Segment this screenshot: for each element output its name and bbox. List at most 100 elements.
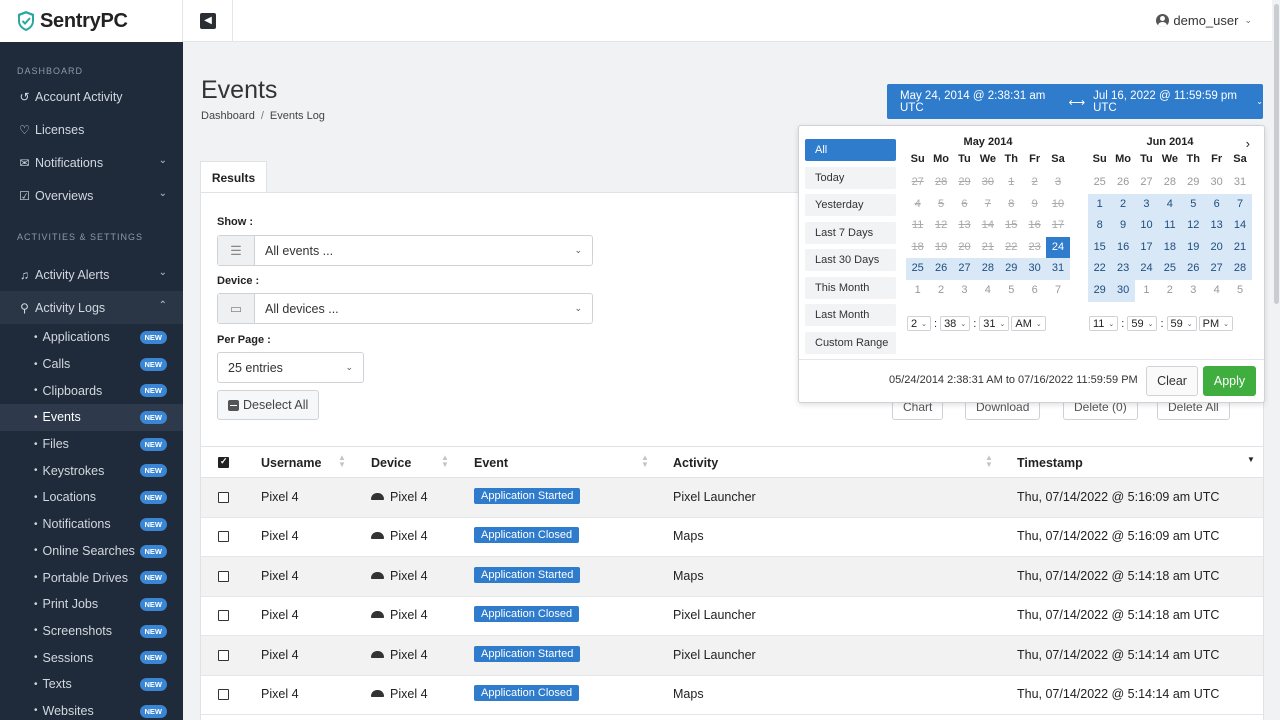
row-checkbox[interactable] [218,531,229,542]
calendar-day[interactable]: 30 [1022,258,1047,280]
calendar-day[interactable]: 16 [1111,236,1135,259]
calendar-day[interactable]: 28 [1228,258,1252,280]
sidebar-subitem[interactable]: • Clipboards NEW [0,377,183,404]
sidebar-item-activity-alerts[interactable]: ♫ Activity Alerts ⌄ [0,258,183,291]
range-option[interactable]: Yesterday [805,194,896,216]
date-range-button[interactable]: May 24, 2014 @ 2:38:31 am UTC ⟷ Jul 16, … [887,84,1263,119]
calendar-day[interactable]: 7 [1046,280,1069,302]
deselect-all-button[interactable]: Deselect All [217,390,320,420]
calendar-day[interactable]: 15 [1088,236,1112,259]
calendar-day[interactable]: 9 [1023,194,1046,216]
time-select[interactable]: 59 ⌄ [1127,316,1158,331]
calendar-day[interactable]: 3 [1046,172,1069,194]
range-option[interactable]: Today [805,166,896,189]
calendar-day[interactable]: 27 [952,258,977,280]
sidebar-item-licenses[interactable]: ♡ Licenses [0,113,183,146]
calendar-day[interactable]: 25 [906,258,930,280]
calendar-day[interactable]: 12 [1181,215,1205,237]
sidebar-subitem[interactable]: • Texts NEW [0,671,183,698]
calendar-day[interactable]: 8 [1000,194,1023,216]
sidebar-subitem[interactable]: • Locations NEW [0,484,183,511]
calendar-day[interactable]: 19 [1181,236,1205,259]
sidebar-item-activity-logs[interactable]: ⚲ Activity Logs ⌃ [0,291,183,324]
calendar-day[interactable]: 18 [906,237,929,259]
calendar-day[interactable]: 16 [1023,215,1046,237]
calendar-day[interactable]: 30 [1205,172,1228,194]
calendar-day[interactable]: 24 [1046,236,1070,259]
row-checkbox[interactable] [218,492,229,503]
calendar-day[interactable]: 1 [1088,193,1112,216]
calendar-day[interactable]: 17 [1046,215,1069,237]
col-timestamp[interactable]: Timestamp [1017,456,1083,470]
calendar-day[interactable]: 2 [929,280,952,302]
calendar-day[interactable]: 21 [976,237,999,259]
calendar-day[interactable]: 8 [1088,215,1112,237]
row-checkbox[interactable] [218,650,229,661]
sidebar-subitem[interactable]: • Sessions NEW [0,644,183,671]
scrollbar-thumb[interactable] [1274,4,1279,304]
table-row[interactable]: Pixel 4 Pixel 4 Application Closed Maps Thu,… [201,517,1263,557]
calendar-day[interactable]: 4 [906,194,929,216]
calendar-day[interactable]: 19 [929,237,952,259]
apply-button[interactable]: Apply [1203,366,1256,396]
calendar-day[interactable]: 10 [1134,215,1159,237]
sidebar-subitem[interactable]: • Online Searches NEW [0,538,183,565]
sidebar-item-notifications[interactable]: ✉ Notifications ⌄ [0,146,183,179]
range-option[interactable]: Custom Range [805,331,896,354]
calendar-day[interactable]: 2 [1111,193,1135,216]
time-select[interactable]: AM ⌄ [1011,316,1046,331]
range-option[interactable]: Last 30 Days [805,249,896,271]
sidebar-subitem[interactable]: • Calls NEW [0,351,183,378]
next-month-icon[interactable]: › [1246,136,1250,151]
time-select[interactable]: 11 ⌄ [1089,316,1119,331]
calendar-day[interactable]: 3 [1134,193,1159,216]
time-select[interactable]: 38 ⌄ [940,316,971,331]
sidebar-subitem[interactable]: • Notifications NEW [0,511,183,538]
calendar-day[interactable]: 13 [1204,215,1229,237]
calendar-day[interactable]: 2 [1023,172,1046,194]
calendar-day[interactable]: 11 [906,215,929,237]
table-row[interactable]: Pixel 4 Pixel 4 Application Closed Pixel La… [201,596,1263,636]
calendar-day[interactable]: 27 [1204,258,1229,280]
sidebar-item-overviews[interactable]: ☑ Overviews ⌄ [0,179,183,212]
calendar-day[interactable]: 4 [976,280,999,302]
time-select[interactable]: 59 ⌄ [1166,316,1197,331]
row-checkbox[interactable] [218,689,229,700]
col-device[interactable]: Device [371,456,411,470]
calendar-day[interactable]: 24 [1134,258,1159,280]
sidebar-item-account-activity[interactable]: ↺ Account Activity [0,80,183,113]
calendar-day[interactable]: 1 [1000,172,1023,194]
calendar-day[interactable]: 30 [1111,279,1135,302]
calendar-day[interactable]: 13 [953,215,976,237]
show-select[interactable]: ☰ All events ... ⌄ [217,235,593,266]
calendar-day[interactable]: 12 [929,215,952,237]
col-username[interactable]: Username [261,456,321,470]
range-option[interactable]: All [805,139,896,161]
calendar-day[interactable]: 9 [1111,215,1135,237]
calendar-day[interactable]: 7 [976,194,999,216]
sidebar-subitem[interactable]: • Files NEW [0,431,183,458]
table-row[interactable]: Pixel 4 Pixel 4 Application Started Pixel L… [201,636,1263,676]
calendar-day[interactable]: 6 [1204,193,1229,216]
calendar-day[interactable]: 5 [1228,280,1251,302]
calendar-day[interactable]: 6 [953,194,976,216]
calendar-day[interactable]: 31 [1228,172,1251,194]
calendar-day[interactable]: 7 [1228,193,1252,216]
calendar-day[interactable]: 3 [1182,280,1205,302]
calendar-day[interactable]: 20 [1204,236,1229,259]
calendar-day[interactable]: 23 [1023,237,1046,259]
table-row[interactable]: Pixel 4 Pixel 4 Application Started Pixel L… [201,478,1263,518]
row-checkbox[interactable] [218,610,229,621]
collapse-sidebar-button[interactable]: ◀ [200,13,216,29]
calendar-day[interactable]: 20 [953,237,976,259]
calendar-day[interactable]: 2 [1158,280,1181,302]
calendar-day[interactable]: 6 [1023,280,1046,302]
calendar-day[interactable]: 18 [1158,236,1182,259]
calendar-day[interactable]: 22 [1088,258,1112,280]
range-option[interactable]: Last Month [805,304,896,326]
calendar-day[interactable]: 27 [1135,172,1158,194]
time-select[interactable]: 31 ⌄ [979,316,1010,331]
calendar-day[interactable]: 28 [929,172,952,194]
calendar-day[interactable]: 27 [906,172,929,194]
calendar-day[interactable]: 28 [976,258,1000,280]
